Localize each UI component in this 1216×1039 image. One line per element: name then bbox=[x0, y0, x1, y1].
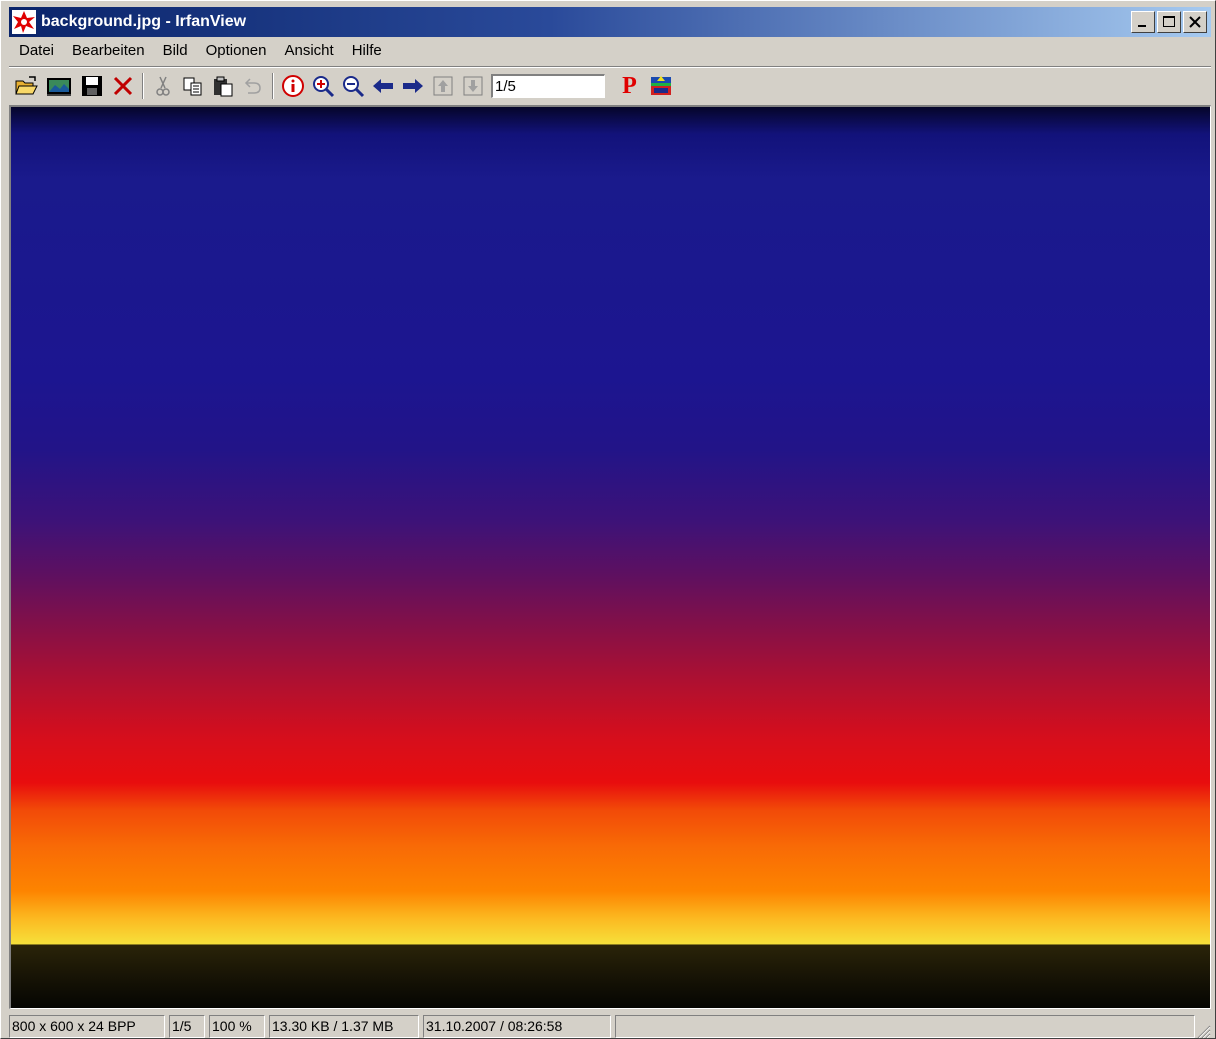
status-datetime: 31.10.2007 / 08:26:58 bbox=[423, 1014, 611, 1038]
menu-bearbeiten[interactable]: Bearbeiten bbox=[63, 39, 154, 63]
open-button[interactable] bbox=[9, 71, 42, 101]
menu-ansicht[interactable]: Ansicht bbox=[276, 39, 343, 63]
status-filesize: 13.30 KB / 1.37 MB bbox=[269, 1014, 419, 1038]
next-arrow-icon bbox=[403, 79, 423, 93]
save-button[interactable] bbox=[75, 71, 108, 101]
status-bar: 800 x 600 x 24 BPP 1/5 100 % 13.30 KB / … bbox=[9, 1013, 1211, 1039]
save-icon bbox=[81, 76, 102, 96]
status-page: 1/5 bbox=[169, 1014, 205, 1038]
info-icon bbox=[282, 75, 304, 97]
close-button[interactable] bbox=[1183, 11, 1207, 33]
irfanview-app-icon[interactable] bbox=[11, 9, 37, 35]
status-zoom: 100 % bbox=[209, 1014, 265, 1038]
window-title: background.jpg - IrfanView bbox=[41, 13, 247, 30]
zoom-out-icon bbox=[343, 76, 365, 98]
paste-icon bbox=[214, 76, 233, 97]
first-page-button[interactable] bbox=[428, 71, 458, 101]
menu-bar: Datei Bearbeiten Bild Optionen Ansicht H… bbox=[9, 39, 1211, 63]
plugin-p-icon: P bbox=[622, 73, 637, 99]
displayed-image bbox=[11, 107, 1210, 1008]
cut-icon bbox=[156, 76, 170, 96]
slideshow-icon bbox=[651, 76, 671, 95]
close-icon bbox=[1189, 16, 1201, 28]
delete-icon bbox=[113, 76, 133, 96]
menu-bild[interactable]: Bild bbox=[154, 39, 197, 63]
first-page-icon bbox=[433, 76, 453, 96]
toolbar-separator bbox=[272, 73, 274, 99]
copy-button[interactable] bbox=[178, 71, 208, 101]
menu-divider bbox=[9, 66, 1211, 68]
zoom-in-icon bbox=[313, 76, 335, 98]
thumbnails-icon bbox=[46, 78, 71, 96]
maximize-icon bbox=[1163, 16, 1175, 27]
last-page-icon bbox=[463, 76, 483, 96]
menu-optionen[interactable]: Optionen bbox=[197, 39, 276, 63]
info-button[interactable] bbox=[278, 71, 308, 101]
undo-icon bbox=[244, 78, 261, 94]
title-bar[interactable]: background.jpg - IrfanView bbox=[9, 7, 1211, 37]
undo-button[interactable] bbox=[238, 71, 268, 101]
menu-hilfe[interactable]: Hilfe bbox=[343, 39, 391, 63]
image-viewport[interactable] bbox=[9, 105, 1211, 1009]
next-button[interactable] bbox=[398, 71, 428, 101]
toolbar-separator bbox=[142, 73, 144, 99]
toolbar: P bbox=[9, 69, 1211, 103]
last-page-button[interactable] bbox=[458, 71, 488, 101]
paste-button[interactable] bbox=[208, 71, 238, 101]
open-folder-icon bbox=[14, 76, 38, 95]
status-empty-panel bbox=[615, 1014, 1195, 1038]
minimize-icon bbox=[1138, 25, 1146, 27]
delete-button[interactable] bbox=[108, 71, 138, 101]
menu-datei[interactable]: Datei bbox=[9, 39, 63, 63]
plugin-p-button[interactable]: P bbox=[613, 71, 646, 101]
copy-icon bbox=[183, 77, 202, 96]
status-dimensions: 800 x 600 x 24 BPP bbox=[9, 1014, 165, 1038]
irfanview-window: background.jpg - IrfanView Datei Bearbei… bbox=[0, 0, 1216, 1039]
page-number-field[interactable] bbox=[491, 74, 605, 98]
thumbnails-button[interactable] bbox=[42, 71, 75, 101]
resize-grip-icon[interactable] bbox=[1195, 1023, 1211, 1039]
maximize-button[interactable] bbox=[1157, 11, 1181, 33]
zoom-out-button[interactable] bbox=[338, 71, 368, 101]
cut-button[interactable] bbox=[148, 71, 178, 101]
prev-arrow-icon bbox=[373, 79, 393, 93]
previous-button[interactable] bbox=[368, 71, 398, 101]
zoom-in-button[interactable] bbox=[308, 71, 338, 101]
minimize-button[interactable] bbox=[1131, 11, 1155, 33]
slideshow-button[interactable] bbox=[646, 71, 676, 101]
